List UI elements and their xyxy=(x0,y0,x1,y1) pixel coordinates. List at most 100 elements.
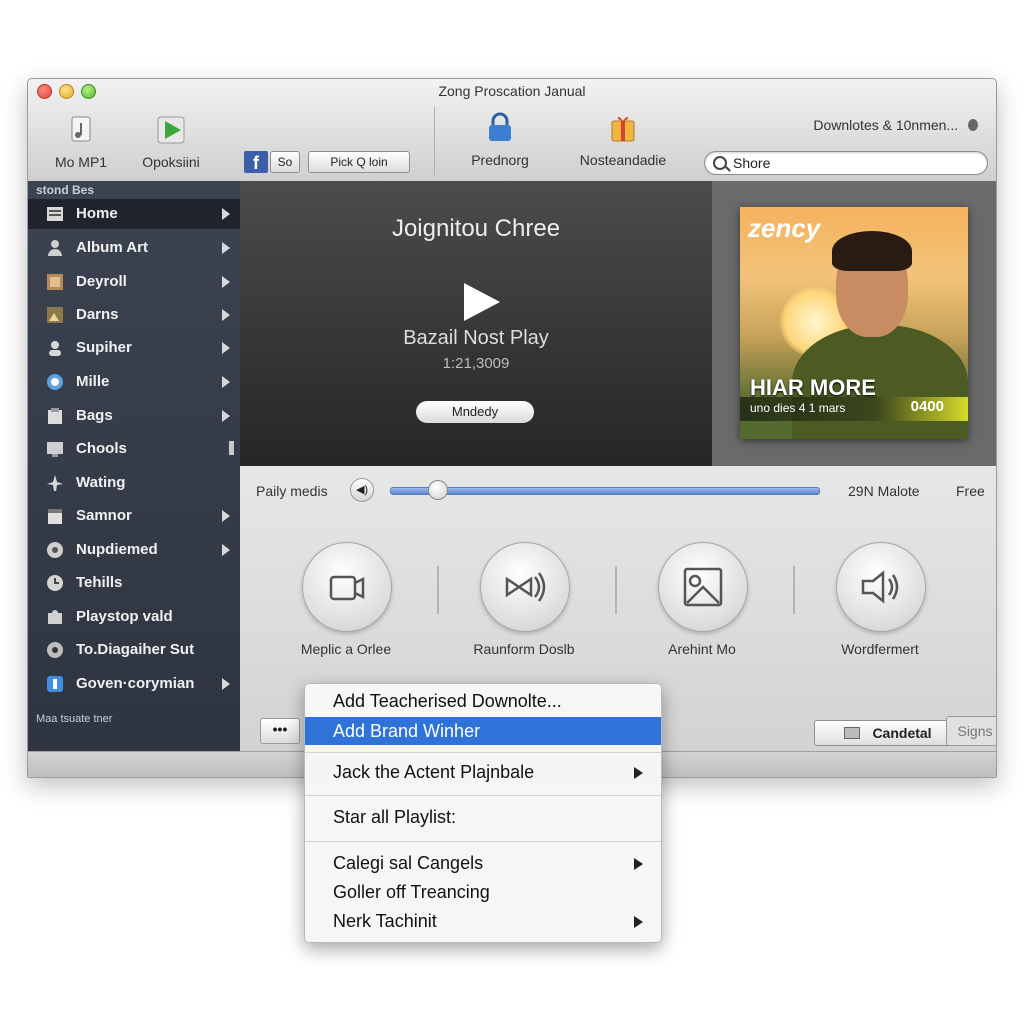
lock-icon xyxy=(489,112,511,141)
now-playing-title: Joignitou Chree xyxy=(391,215,561,242)
menu-item[interactable]: Jack the Actent Plajnbale xyxy=(305,758,661,786)
toolbar-divider xyxy=(434,107,435,175)
sidebar-item-label: Deyroll xyxy=(76,273,127,290)
action-divider xyxy=(793,566,795,614)
speaker-icon xyxy=(861,570,899,604)
toolbar-item-label: Mo MP1 xyxy=(54,154,108,170)
album-price: 0400 xyxy=(910,398,944,415)
mndedy-button[interactable]: Mndedy xyxy=(416,401,534,423)
action-button-raunform[interactable] xyxy=(480,542,570,632)
action-label: Raunform Doslb xyxy=(473,641,575,657)
sidebar-item-label: Darns xyxy=(76,306,119,323)
menu-item-label: Nerk Tachinit xyxy=(333,911,437,931)
menu-item-label: Goller off Treancing xyxy=(333,882,490,902)
app-window: Zong Proscation Janual Mo MP1 Opoksiini … xyxy=(27,78,997,778)
sidebar-item-to-diagaiher-sut[interactable]: To.Diagaiher Sut xyxy=(28,635,240,665)
menu-item-label: Calegi sal Cangels xyxy=(333,853,484,873)
cancel-button[interactable]: Candetal xyxy=(814,720,962,746)
more-options-button[interactable]: ••• xyxy=(260,718,300,744)
album-cover[interactable]: zency HIAR MORE uno dies 4 1 mars 0400 xyxy=(740,207,968,439)
cancel-icon xyxy=(844,727,861,739)
sidebar-item-home[interactable]: Home xyxy=(28,199,240,229)
context-menu: Add Teacherised Downolte... Add Brand Wi… xyxy=(304,683,662,943)
sidebar-item-label: Samnor xyxy=(76,507,132,524)
app-store-icon xyxy=(47,676,63,692)
bag-icon xyxy=(48,408,62,424)
toolbar-item-prednorg[interactable]: Prednorg xyxy=(460,111,540,168)
sidebar-item-label: Home xyxy=(76,205,118,222)
facebook-button[interactable]: f xyxy=(244,151,268,173)
sidebar-item-wating[interactable]: Wating xyxy=(28,468,240,498)
toolbar-item-label: Nosteandadie xyxy=(579,152,667,168)
chevron-right-icon xyxy=(222,276,230,288)
photo-icon xyxy=(47,274,63,290)
album-brand: zency xyxy=(748,213,821,243)
downloads-indicator-icon xyxy=(968,119,978,131)
sidebar-item-bags[interactable]: Bags xyxy=(28,401,240,431)
menu-item-label: Add Brand Winher xyxy=(333,721,481,741)
clock-icon xyxy=(47,575,63,591)
sidebar-item-goven-corymian[interactable]: Goven·corymian xyxy=(28,669,240,699)
puzzle-icon xyxy=(48,610,62,624)
globe-icon xyxy=(47,374,63,390)
chevron-right-icon xyxy=(222,376,230,388)
playback-info: 29N Malote xyxy=(848,483,920,499)
sidebar-item-tehills[interactable]: Tehills xyxy=(28,568,240,598)
so-button[interactable]: So xyxy=(270,151,300,173)
sidebar-item-label: Supiher xyxy=(76,339,132,356)
pick-login-button[interactable]: Pick Q loin xyxy=(308,151,410,173)
progress-slider[interactable] xyxy=(390,487,820,495)
picture-icon xyxy=(47,307,63,323)
cancel-label: Candetal xyxy=(872,725,932,741)
person-icon xyxy=(48,240,62,256)
menu-item-selected[interactable]: Add Brand Winher xyxy=(305,717,661,745)
chevron-right-icon xyxy=(222,208,230,220)
settings-icon xyxy=(47,642,63,658)
speaker-icon[interactable]: ◀) xyxy=(350,478,374,502)
signs-button[interactable]: Signs xyxy=(946,716,996,746)
search-input[interactable]: Shore xyxy=(704,151,988,175)
sidebar-item-label: Wating xyxy=(76,474,126,491)
sidebar-item-label: Goven·corymian xyxy=(76,675,195,692)
sidebar-item-deyroll[interactable]: Deyroll xyxy=(28,267,240,297)
action-button-meplic[interactable] xyxy=(302,542,392,632)
play-button[interactable] xyxy=(464,283,500,321)
toolbar-item-opoksiini[interactable]: Opoksiini xyxy=(134,113,208,170)
menu-item[interactable]: Goller off Treancing xyxy=(305,878,661,906)
progress-slider-thumb[interactable] xyxy=(428,480,449,500)
menu-item[interactable]: Calegi sal Cangels xyxy=(305,849,661,877)
menu-separator xyxy=(305,752,661,753)
toolbar-item-label: Opoksiini xyxy=(142,154,200,170)
action-button-arehint[interactable] xyxy=(658,542,748,632)
sidebar-item-nupdiemed[interactable]: Nupdiemed xyxy=(28,535,240,565)
sidebar-item-samnor[interactable]: Samnor xyxy=(28,501,240,531)
chevron-right-icon xyxy=(222,678,230,690)
action-button-wordfermert[interactable] xyxy=(836,542,926,632)
menu-item[interactable]: Add Teacherised Downolte... xyxy=(305,687,661,715)
sidebar-header: stond Bes xyxy=(36,183,95,197)
camera-icon xyxy=(329,575,365,601)
now-playing-time: 1:21,3009 xyxy=(442,355,510,372)
album-headline: HIAR MORE xyxy=(750,375,876,400)
toolbar-item-mo-mp1[interactable]: Mo MP1 xyxy=(50,113,112,170)
menu-item[interactable]: Nerk Tachinit xyxy=(305,907,661,935)
sidebar-footer: Maa tsuate tner xyxy=(36,713,113,725)
submenu-arrow-icon xyxy=(634,858,643,870)
sidebar-item-playstop-vald[interactable]: Playstop vald xyxy=(28,602,240,632)
toolbar: Zong Proscation Janual Mo MP1 Opoksiini … xyxy=(28,79,996,182)
sidebar-item-mille[interactable]: Mille xyxy=(28,367,240,397)
action-label: Wordfermert xyxy=(841,641,919,657)
sidebar-item-darns[interactable]: Darns xyxy=(28,300,240,330)
menu-item[interactable]: Star all Playlist: xyxy=(305,803,661,831)
sidebar-item-album-art[interactable]: Album Art xyxy=(28,233,240,263)
toolbar-item-nosteandadie[interactable]: Nosteandadie xyxy=(568,111,678,168)
search-icon xyxy=(713,156,727,170)
sidebar-item-supiher[interactable]: Supiher xyxy=(28,333,240,363)
sound-wave-icon xyxy=(505,572,546,602)
now-playing-subtitle: Bazail Nost Play xyxy=(403,327,549,349)
chevron-right-icon xyxy=(222,242,230,254)
playback-label: Paily medis xyxy=(256,483,328,499)
chevron-right-icon xyxy=(222,410,230,422)
downloads-status[interactable]: Downlotes & 10nmen... xyxy=(813,117,978,133)
sidebar-item-chools[interactable]: Chools xyxy=(28,434,240,464)
